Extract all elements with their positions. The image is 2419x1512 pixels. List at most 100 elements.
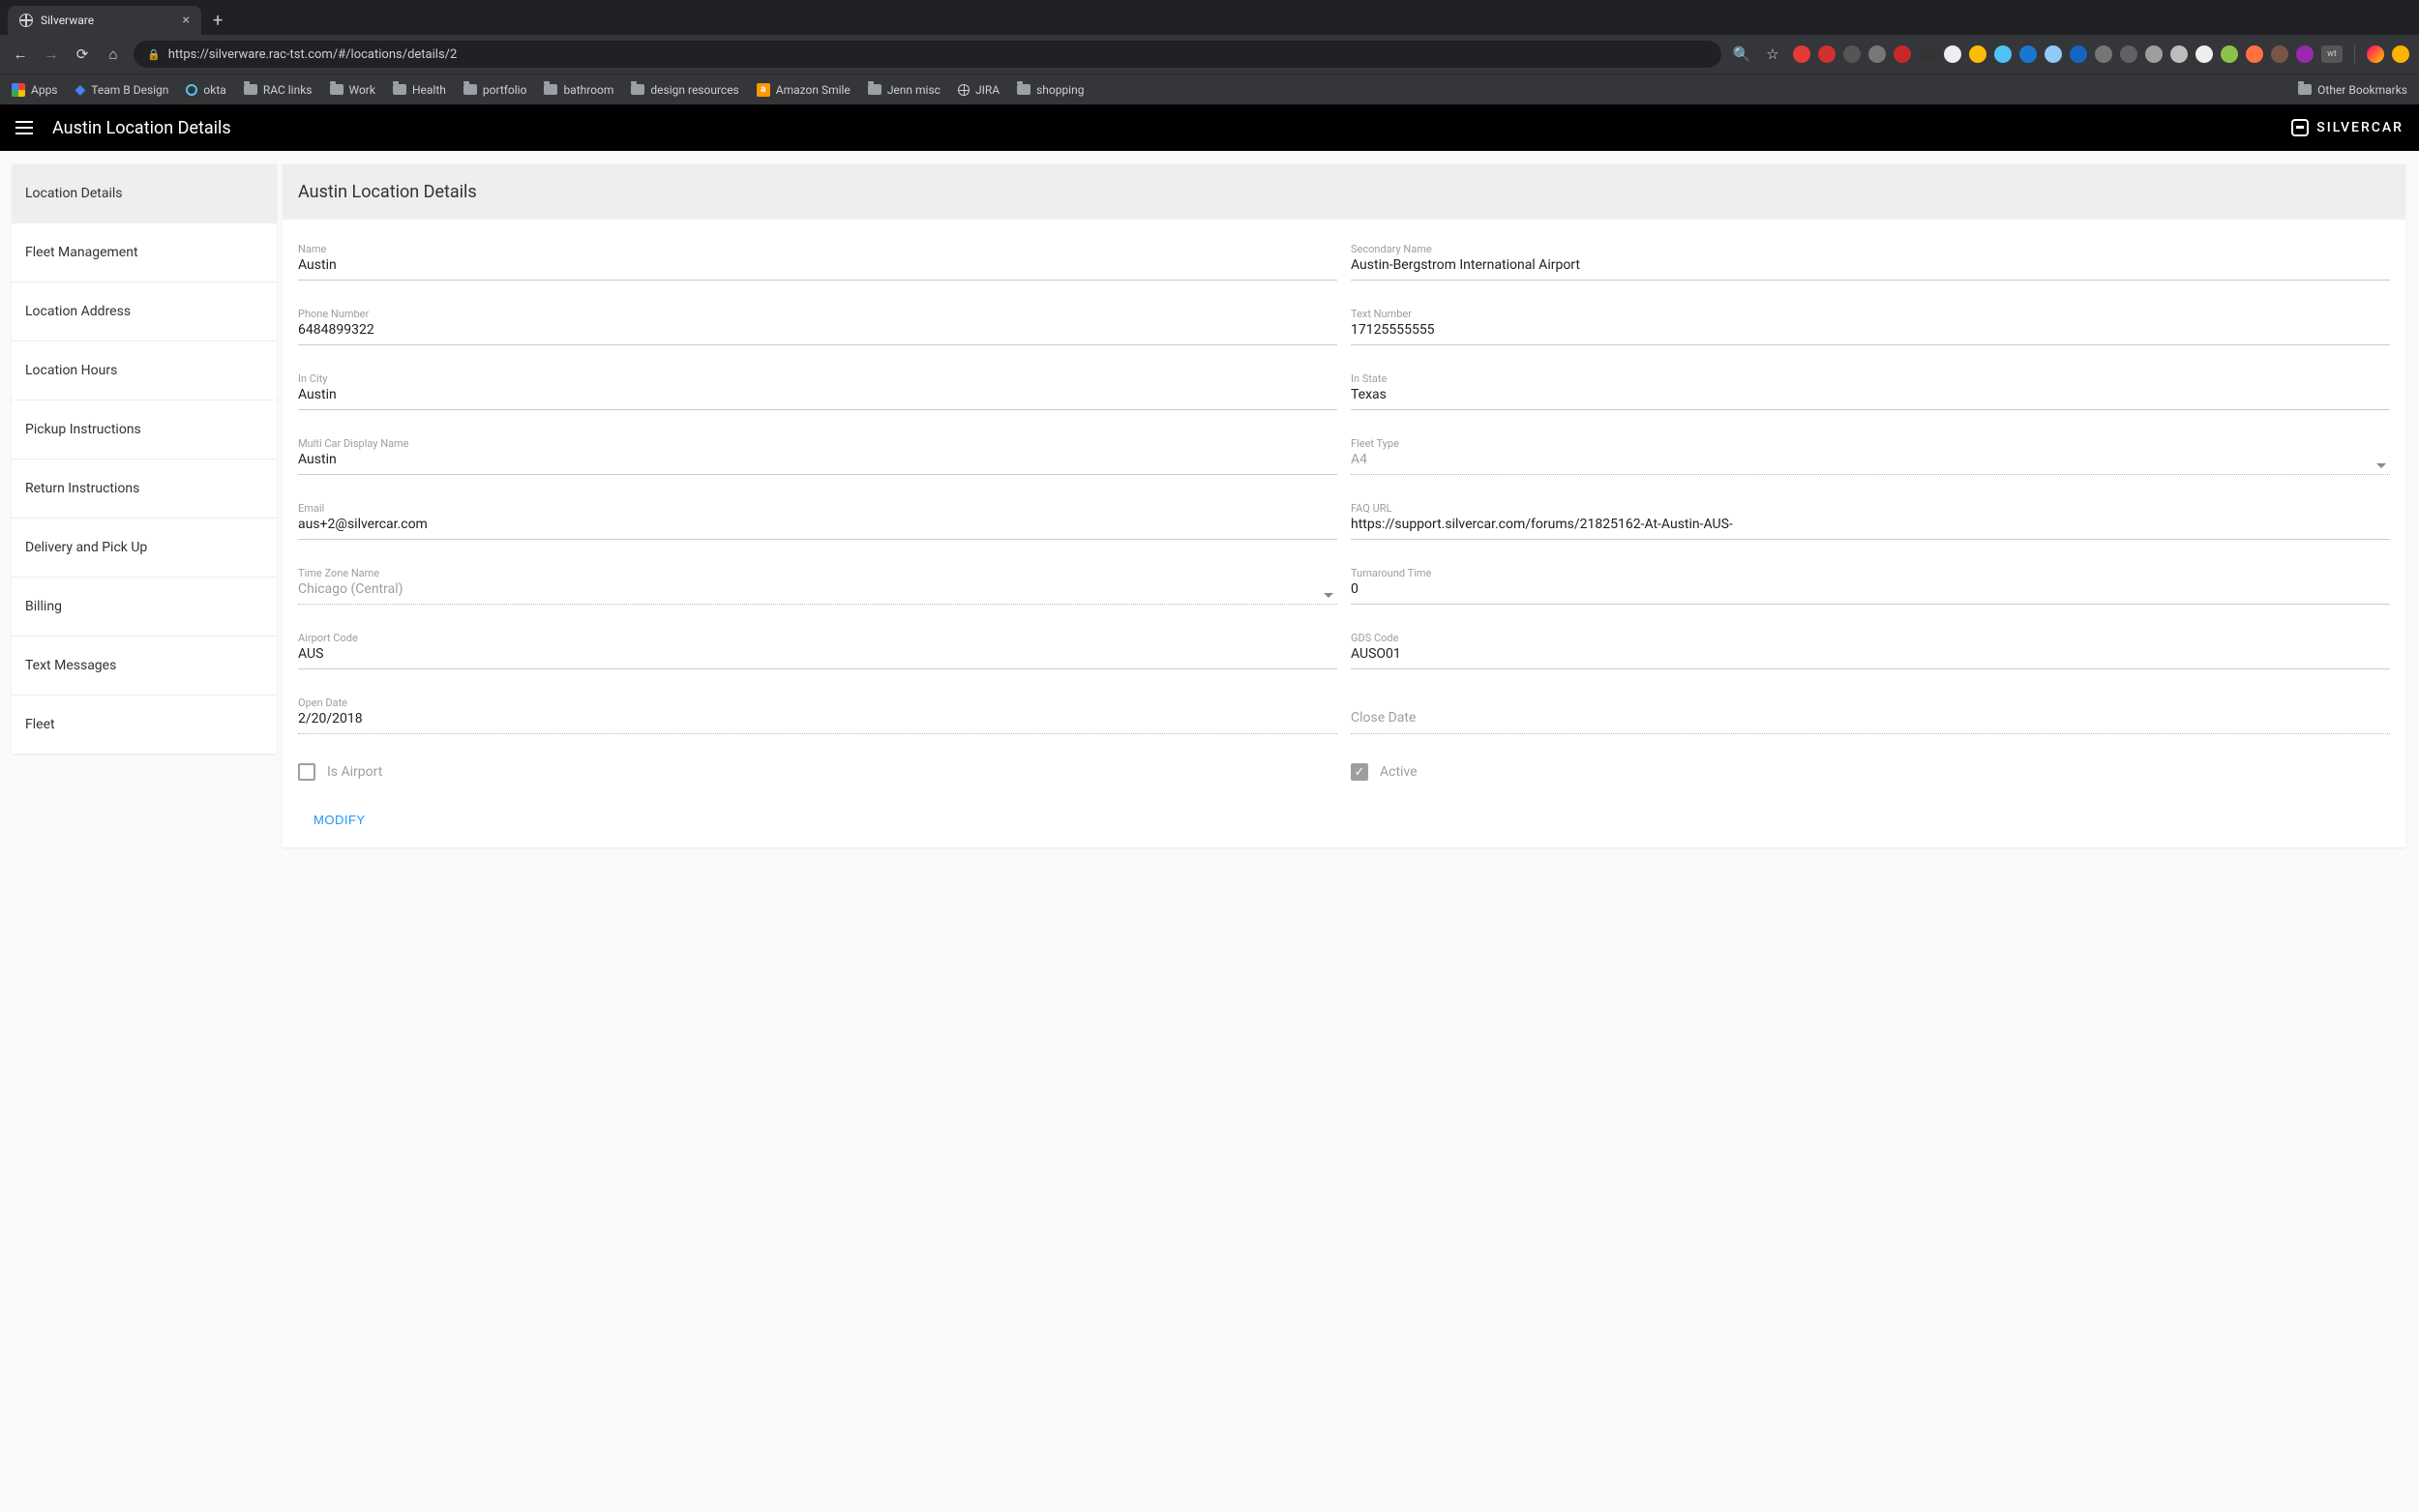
ext-icon[interactable]	[1868, 45, 1886, 63]
bookmark-health[interactable]: Health	[393, 83, 446, 97]
field-close-date[interactable]: Close Date	[1351, 693, 2390, 734]
checkbox-active[interactable]: ✓ Active	[1351, 763, 2390, 781]
bookmark-other[interactable]: Other Bookmarks	[2298, 83, 2407, 97]
field-multi-car[interactable]: Multi Car Display Name Austin	[298, 433, 1337, 475]
sidebar-item-location-details[interactable]: Location Details	[12, 164, 277, 223]
folder-icon	[868, 84, 881, 95]
content-heading: Austin Location Details	[283, 164, 2405, 220]
folder-icon	[393, 84, 406, 95]
bookmark-bathroom[interactable]: bathroom	[544, 83, 613, 97]
ext-icon[interactable]	[2019, 45, 2037, 63]
sidebar-item-fleet[interactable]: Fleet	[12, 696, 277, 754]
folder-icon	[330, 84, 343, 95]
browser-chrome: Silverware × + ← → ⟳ ⌂ 🔒 https://silverw…	[0, 0, 2419, 104]
ext-icon[interactable]	[2221, 45, 2238, 63]
url-bar[interactable]: 🔒 https://silverware.rac-tst.com/#/locat…	[134, 41, 1721, 68]
field-timezone[interactable]: Time Zone Name Chicago (Central)	[298, 563, 1337, 605]
new-tab-button[interactable]: +	[213, 11, 223, 35]
field-text-number[interactable]: Text Number 17125555555	[1351, 304, 2390, 345]
apps-icon	[12, 83, 25, 97]
ext-icon[interactable]	[1944, 45, 1961, 63]
menu-icon[interactable]	[15, 121, 33, 134]
ext-icon[interactable]	[1793, 45, 1810, 63]
sidebar-item-location-address[interactable]: Location Address	[12, 282, 277, 341]
search-icon[interactable]: 🔍	[1731, 45, 1752, 63]
globe-icon	[958, 84, 970, 96]
ext-icon[interactable]	[2271, 45, 2288, 63]
amazon-icon: a	[757, 83, 770, 97]
page-title: Austin Location Details	[52, 118, 231, 138]
sidebar-item-pickup-instructions[interactable]: Pickup Instructions	[12, 400, 277, 460]
ext-icon[interactable]: wt	[2321, 45, 2343, 63]
field-secondary-name[interactable]: Secondary Name Austin-Bergstrom Internat…	[1351, 239, 2390, 281]
bookmark-amazon[interactable]: aAmazon Smile	[757, 83, 851, 97]
close-tab-icon[interactable]: ×	[183, 13, 190, 28]
omnibox-row: ← → ⟳ ⌂ 🔒 https://silverware.rac-tst.com…	[0, 35, 2419, 74]
bookmark-apps[interactable]: Apps	[12, 83, 58, 97]
field-email[interactable]: Email aus+2@silvercar.com	[298, 498, 1337, 540]
ext-icon[interactable]	[1994, 45, 2012, 63]
field-in-state[interactable]: In State Texas	[1351, 369, 2390, 410]
checkbox-icon	[298, 763, 315, 781]
forward-icon[interactable]: →	[41, 45, 62, 63]
brand: SILVERCAR	[2291, 119, 2404, 136]
bookmark-portfolio[interactable]: portfolio	[463, 83, 527, 97]
bookmark-shopping[interactable]: shopping	[1017, 83, 1084, 97]
field-phone[interactable]: Phone Number 6484899322	[298, 304, 1337, 345]
form-area: Name Austin Secondary Name Austin-Bergst…	[283, 220, 2405, 847]
divider	[2354, 45, 2355, 63]
bookmark-okta[interactable]: okta	[186, 83, 225, 97]
ext-icon[interactable]	[2120, 45, 2137, 63]
ext-icon[interactable]	[1894, 45, 1911, 63]
bookmark-work[interactable]: Work	[330, 83, 375, 97]
workspace: Location Details Fleet Management Locati…	[0, 151, 2419, 847]
ext-icon[interactable]	[2195, 45, 2213, 63]
sidebar-item-location-hours[interactable]: Location Hours	[12, 341, 277, 400]
diamond-icon: ◆	[75, 82, 86, 98]
sidebar-item-text-messages[interactable]: Text Messages	[12, 637, 277, 696]
field-fleet-type[interactable]: Fleet Type A4	[1351, 433, 2390, 475]
browser-tab[interactable]: Silverware ×	[8, 6, 201, 35]
field-in-city[interactable]: In City Austin	[298, 369, 1337, 410]
field-turnaround[interactable]: Turnaround Time 0	[1351, 563, 2390, 605]
field-airport-code[interactable]: Airport Code AUS	[298, 628, 1337, 669]
bookmark-rac-links[interactable]: RAC links	[244, 83, 313, 97]
ext-icon[interactable]	[2145, 45, 2163, 63]
folder-icon	[244, 84, 257, 95]
field-gds-code[interactable]: GDS Code AUSO01	[1351, 628, 2390, 669]
ext-icon[interactable]	[2296, 45, 2314, 63]
sidebar-item-return-instructions[interactable]: Return Instructions	[12, 460, 277, 519]
ext-icon[interactable]	[2095, 45, 2112, 63]
modify-button[interactable]: MODIFY	[314, 813, 366, 827]
ext-icon[interactable]	[1843, 45, 1861, 63]
profile-avatar-icon[interactable]	[2367, 45, 2384, 63]
field-open-date[interactable]: Open Date 2/20/2018	[298, 693, 1337, 734]
ext-icon[interactable]	[2246, 45, 2263, 63]
checkbox-is-airport[interactable]: Is Airport	[298, 763, 1337, 781]
chevron-down-icon	[2376, 463, 2386, 468]
profile-icon[interactable]	[2392, 45, 2409, 63]
ext-icon[interactable]	[2045, 45, 2062, 63]
tab-title: Silverware	[41, 14, 94, 27]
ext-pinterest-icon[interactable]	[1818, 45, 1836, 63]
bookmark-jenn-misc[interactable]: Jenn misc	[868, 83, 941, 97]
brand-text: SILVERCAR	[2316, 120, 2404, 135]
ext-icon[interactable]	[1919, 45, 1936, 63]
bookmark-design-resources[interactable]: design resources	[631, 83, 738, 97]
field-name[interactable]: Name Austin	[298, 239, 1337, 281]
bookmark-team-b[interactable]: ◆Team B Design	[75, 82, 169, 98]
sidebar-item-fleet-management[interactable]: Fleet Management	[12, 223, 277, 282]
brand-logo-icon	[2291, 119, 2309, 136]
field-faq-url[interactable]: FAQ URL https://support.silvercar.com/fo…	[1351, 498, 2390, 540]
reload-icon[interactable]: ⟳	[72, 45, 93, 63]
sidebar-item-delivery-pickup[interactable]: Delivery and Pick Up	[12, 519, 277, 578]
back-icon[interactable]: ←	[10, 45, 31, 63]
ext-icon[interactable]	[2070, 45, 2087, 63]
folder-icon	[463, 84, 477, 95]
ext-icon[interactable]	[2170, 45, 2188, 63]
star-icon[interactable]: ☆	[1762, 45, 1783, 63]
home-icon[interactable]: ⌂	[103, 45, 124, 63]
bookmark-jira[interactable]: JIRA	[958, 83, 1000, 97]
ext-icon[interactable]	[1969, 45, 1986, 63]
sidebar-item-billing[interactable]: Billing	[12, 578, 277, 637]
